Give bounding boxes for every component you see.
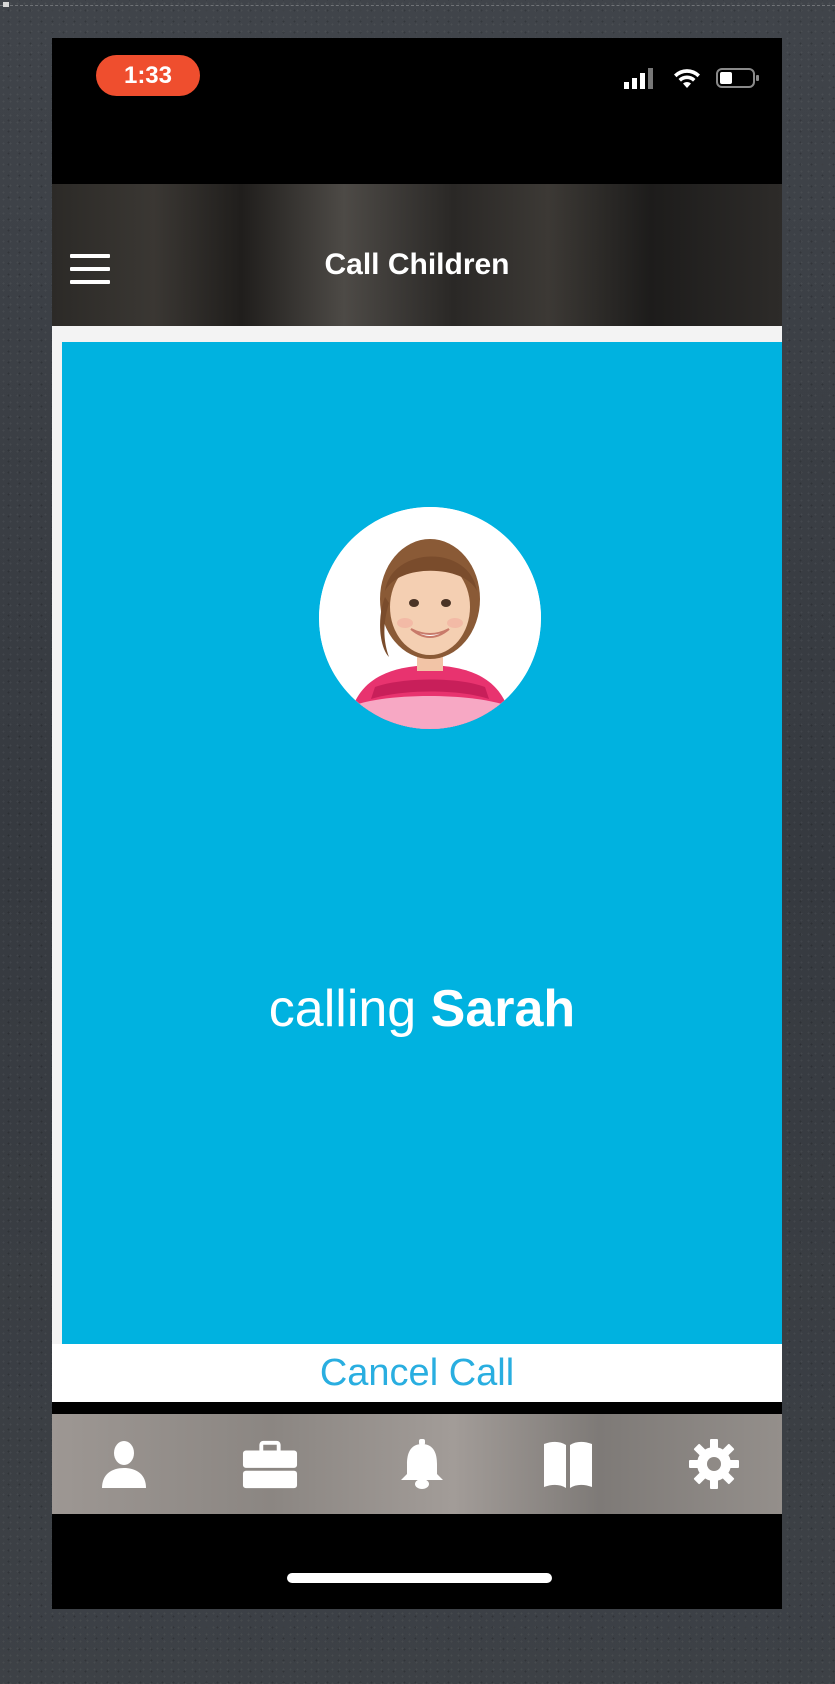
tab-notifications[interactable] [394,1436,450,1492]
gear-icon [689,1439,739,1489]
signal-icon [624,68,653,89]
wifi-icon [674,69,700,88]
phone-screen: 1:33 Call Children calling Sarah Cancel … [52,38,782,1609]
app-header: Call Children [52,184,782,326]
home-indicator[interactable] [287,1573,552,1583]
calling-prefix: calling [268,980,417,1038]
tab-library[interactable] [540,1436,596,1492]
callee-name: Sarah [430,980,576,1038]
callee-avatar [319,507,541,729]
status-icons [624,66,760,90]
status-time: 1:33 [96,55,200,96]
tab-contacts[interactable] [96,1436,152,1492]
background-stitch [0,0,835,6]
child-portrait [319,507,541,729]
tab-settings[interactable] [686,1436,742,1492]
corner-mark [3,2,9,7]
cancel-call-button[interactable]: Cancel Call [52,1344,782,1402]
tab-bar [52,1414,782,1514]
bell-icon [401,1439,443,1489]
book-icon [544,1441,592,1488]
battery-icon [716,68,759,88]
tab-work[interactable] [242,1436,298,1492]
person-icon [102,1441,146,1488]
calling-panel: calling Sarah [62,342,782,1344]
page-title: Call Children [324,248,510,281]
call-card: calling Sarah Cancel Call [52,326,782,1402]
briefcase-icon [242,1440,298,1489]
calling-status: calling Sarah [62,979,782,1039]
